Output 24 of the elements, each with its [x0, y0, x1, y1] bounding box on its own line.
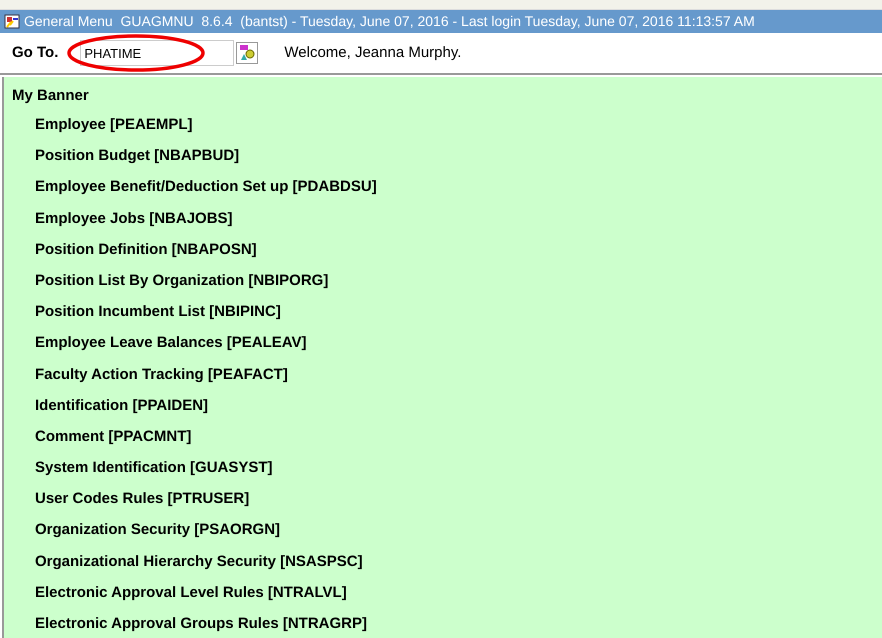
- search-button[interactable]: [236, 42, 258, 64]
- menu-item[interactable]: Organization Security [PSAORGN]: [35, 520, 882, 540]
- menu-item[interactable]: User Codes Rules [PTRUSER]: [35, 489, 882, 508]
- menu-item[interactable]: Position List By Organization [NBIPORG]: [35, 270, 882, 290]
- menu-item[interactable]: Position Incumbent List [NBIPINC]: [35, 302, 882, 322]
- menu-item[interactable]: Position Budget [NBAPBUD]: [35, 146, 882, 166]
- menu-title[interactable]: My Banner: [12, 85, 882, 105]
- menu-item[interactable]: Employee Benefit/Deduction Set up [PDABDSU]: [35, 177, 882, 196]
- menu-item[interactable]: Electronic Approval Level Rules [NTRALVL]: [35, 582, 882, 602]
- menu-item[interactable]: Employee Leave Balances [PEALEAV]: [35, 333, 882, 352]
- menu-item[interactable]: Faculty Action Tracking [PEAFACT]: [35, 364, 882, 384]
- goto-label: Go To.: [12, 42, 58, 63]
- menu-item[interactable]: Electronic Approval Groups Rules [NTRAGRP]: [35, 614, 882, 633]
- menu-item[interactable]: System Identification [GUASYST]: [35, 458, 882, 478]
- goto-field[interactable]: PHATIME: [80, 40, 234, 66]
- app-icon: [4, 13, 21, 30]
- menu-item[interactable]: Organizational Hierarchy Security [NSASPSC]: [35, 552, 882, 571]
- menu-item[interactable]: Employee Jobs [NBAJOBS]: [35, 208, 882, 228]
- menu-item[interactable]: Employee [PEAEMPL]: [35, 115, 882, 134]
- welcome-text: Welcome, Jeanna Murphy.: [284, 42, 462, 63]
- menu-item[interactable]: Comment [PPACMNT]: [35, 426, 882, 446]
- window-title: General Menu GUAGMNU 8.6.4 (bantst) - Tuesday, June 07, 2016 - Last login Tuesday, June 07, 2016 11:13:57 AM: [24, 12, 755, 31]
- menu-item[interactable]: Position Definition [NBAPOSN]: [35, 240, 882, 259]
- menu-item[interactable]: Identification [PPAIDEN]: [35, 396, 882, 415]
